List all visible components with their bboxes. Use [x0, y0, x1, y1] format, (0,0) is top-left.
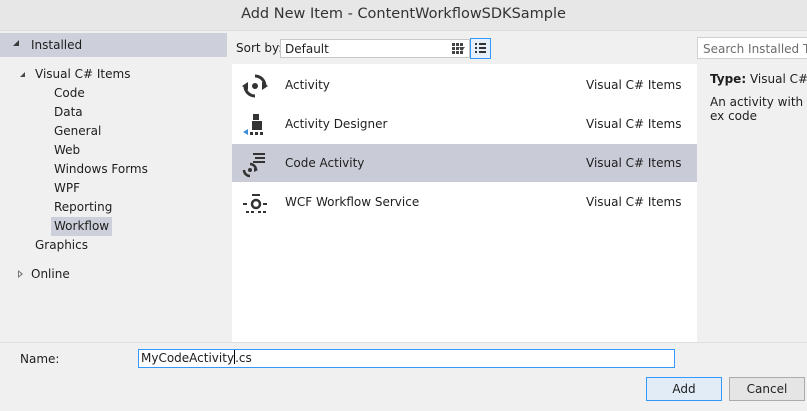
template-item-category: Visual C# Items: [586, 117, 682, 131]
tree-node-data[interactable]: Data: [54, 103, 83, 122]
template-item-code-activity[interactable]: Code Activity Visual C# Items: [232, 144, 697, 182]
tree-node-visual-cs-items[interactable]: Visual C# Items: [35, 65, 130, 84]
template-item-name: Activity: [285, 78, 330, 92]
sort-by-dropdown[interactable]: Default: [280, 39, 470, 58]
name-field[interactable]: MyCodeActivity.cs: [138, 349, 675, 368]
code-activity-icon: [242, 153, 265, 178]
sort-by-value: Default: [285, 42, 329, 56]
small-icons-view-button[interactable]: [447, 38, 468, 59]
template-item-name: WCF Workflow Service: [285, 195, 420, 209]
expand-triangle-icon[interactable]: [20, 72, 25, 77]
tree-node-wpf[interactable]: WPF: [54, 179, 80, 198]
window-title: Add New Item - ContentWorkflowSDKSample: [241, 6, 566, 22]
list-view-button[interactable]: [470, 38, 491, 59]
expand-triangle-icon[interactable]: [13, 40, 19, 46]
tree-node-windows-forms[interactable]: Windows Forms: [54, 160, 148, 179]
template-item-category: Visual C# Items: [586, 195, 682, 209]
type-value: Visual C# It: [749, 72, 807, 86]
activity-designer-icon: [243, 114, 263, 135]
template-list: Activity Visual C# Items Activity Design…: [232, 64, 697, 342]
template-item-activity-designer[interactable]: Activity Designer Visual C# Items: [232, 105, 697, 143]
tree-node-installed[interactable]: Installed: [0, 33, 227, 57]
name-field-text: MyCodeActivity: [141, 351, 235, 365]
grid-view-icon: [452, 43, 463, 54]
template-item-wcf-workflow-service[interactable]: WCF Workflow Service Visual C# Items: [232, 183, 697, 221]
name-field-extension: .cs: [235, 351, 252, 365]
template-item-category: Visual C# Items: [586, 78, 682, 92]
dialog-footer: Name: MyCodeActivity.cs Add Cancel: [0, 342, 807, 411]
template-item-name: Code Activity: [285, 156, 365, 170]
collapse-triangle-icon[interactable]: [18, 270, 23, 278]
list-view-icon: [475, 43, 486, 53]
details-pane: Search Installed Tem Type: Visual C# It …: [697, 31, 807, 342]
activity-icon: [242, 74, 268, 98]
tree-node-online[interactable]: Online: [31, 265, 70, 284]
tree-node-general[interactable]: General: [54, 122, 101, 141]
type-label: Type:: [710, 72, 747, 86]
item-description: An activity with ex code: [710, 95, 804, 123]
tree-node-workflow[interactable]: Workflow: [51, 217, 113, 236]
template-item-name: Activity Designer: [285, 117, 388, 131]
tree-node-reporting[interactable]: Reporting: [54, 198, 112, 217]
cancel-button[interactable]: Cancel: [729, 377, 805, 401]
tree-node-code[interactable]: Code: [54, 84, 85, 103]
tree-node-installed-label: Installed: [31, 38, 83, 52]
sort-by-label: Sort by:: [236, 41, 283, 55]
tree-node-graphics[interactable]: Graphics: [35, 236, 88, 255]
type-line: Type: Visual C# It: [710, 72, 807, 86]
list-toolbar: Sort by: Default: [231, 31, 697, 64]
template-item-category: Visual C# Items: [586, 156, 682, 170]
name-label: Name:: [20, 352, 60, 366]
search-installed-input[interactable]: Search Installed Tem: [697, 37, 807, 59]
template-tree: Installed Visual C# Items Code Data Gene…: [0, 31, 231, 342]
wcf-workflow-service-icon: [243, 194, 267, 213]
template-item-activity[interactable]: Activity Visual C# Items: [232, 66, 697, 104]
tree-node-web[interactable]: Web: [54, 141, 80, 160]
search-placeholder: Search Installed Tem: [703, 42, 807, 56]
title-bar: Add New Item - ContentWorkflowSDKSample: [0, 0, 807, 31]
add-button[interactable]: Add: [646, 377, 722, 401]
